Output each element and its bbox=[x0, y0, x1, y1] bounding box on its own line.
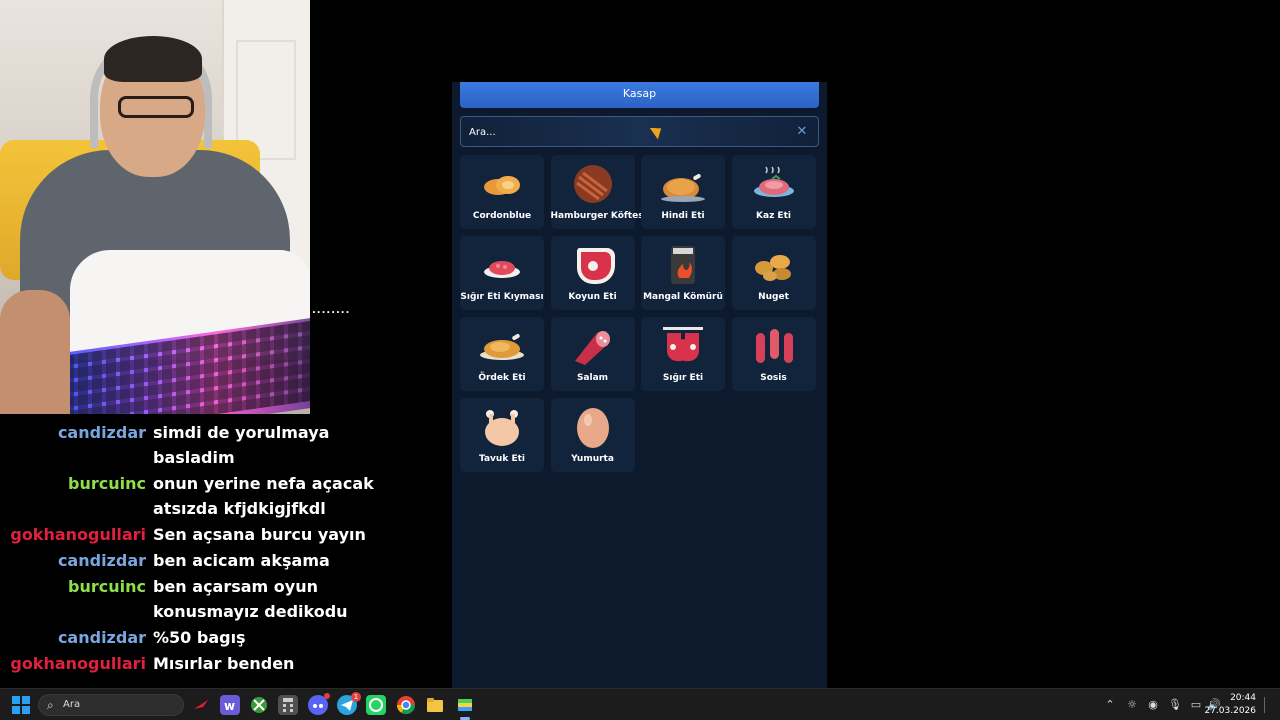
chat-text: konusmayız dedikodu bbox=[153, 602, 348, 621]
item-card[interactable]: Yumurta bbox=[550, 398, 635, 472]
chat-username[interactable]: burcuinc bbox=[68, 471, 146, 496]
item-card[interactable]: Koyun Eti bbox=[550, 236, 635, 310]
network-icon[interactable]: ▭ bbox=[1188, 695, 1204, 715]
cordon-bleu-icon bbox=[478, 163, 526, 205]
item-label: Nuget bbox=[758, 292, 789, 302]
roast-turkey-icon bbox=[659, 163, 707, 205]
item-card[interactable]: Sığır Eti Kıyması bbox=[460, 236, 544, 310]
chat-username[interactable]: gokhanogullari bbox=[10, 522, 146, 547]
minced-beef-icon bbox=[478, 244, 526, 286]
chat-username[interactable]: gokhanogullari bbox=[10, 651, 146, 676]
item-label: Koyun Eti bbox=[568, 292, 617, 302]
duck-meat-icon bbox=[478, 325, 526, 367]
calculator-icon[interactable] bbox=[278, 695, 298, 715]
item-card[interactable]: Hamburger Köftesi bbox=[550, 155, 647, 229]
chat-username[interactable]: candizdar bbox=[58, 548, 146, 573]
item-label: Ördek Eti bbox=[478, 373, 526, 383]
search-icon: ⌕ bbox=[47, 698, 54, 712]
item-label: Mangal Kömürü bbox=[643, 292, 723, 302]
chat-text: ben acicam akşama bbox=[153, 551, 330, 570]
chat-text: simdi de yorulmaya bbox=[153, 423, 330, 442]
taskbar-search[interactable]: ⌕ Ara bbox=[38, 694, 184, 716]
chat-text: atsızda kfjdkigjfkdl bbox=[153, 499, 326, 518]
app-w-icon[interactable]: w bbox=[220, 695, 240, 715]
xbox-icon[interactable] bbox=[249, 695, 269, 715]
nuggets-icon bbox=[750, 244, 798, 286]
brightness-icon[interactable]: ☼ bbox=[1124, 695, 1140, 715]
chevron-up-icon[interactable]: ⌃ bbox=[1102, 695, 1118, 715]
chat-text: basladim bbox=[153, 448, 235, 467]
charcoal-bag-icon bbox=[659, 244, 707, 286]
telegram-icon[interactable]: 1 bbox=[337, 692, 361, 715]
item-label: Sosis bbox=[760, 373, 787, 383]
chat-username[interactable]: burcuinc bbox=[68, 574, 146, 599]
item-label: Hindi Eti bbox=[661, 211, 705, 221]
webcam-feed bbox=[0, 0, 310, 414]
windows-start-icon[interactable] bbox=[12, 696, 30, 714]
beef-cuts-icon bbox=[659, 325, 707, 367]
item-card[interactable]: Sığır Eti bbox=[641, 317, 725, 391]
item-card[interactable]: Nuget bbox=[731, 236, 816, 310]
show-desktop-button[interactable] bbox=[1264, 697, 1274, 713]
chat-text: %50 bagış bbox=[153, 628, 246, 647]
chat-text: Mısırlar benden bbox=[153, 654, 295, 673]
steam-icon[interactable]: ◉ bbox=[1145, 695, 1161, 715]
chat-text: ben açarsam oyun bbox=[153, 577, 318, 596]
item-label: Salam bbox=[576, 373, 609, 383]
item-label: Hamburger Köftesi bbox=[550, 211, 647, 221]
goose-meat-icon bbox=[750, 163, 798, 205]
sausage-icon bbox=[750, 325, 798, 367]
search-box[interactable]: ✕ bbox=[460, 116, 819, 147]
whatsapp-icon[interactable] bbox=[366, 695, 386, 715]
chat-text: Sen açsana burcu yayın bbox=[153, 525, 366, 544]
bluestacks-icon[interactable] bbox=[455, 695, 475, 720]
svg-text:w: w bbox=[224, 699, 235, 713]
item-label: Yumurta bbox=[571, 454, 614, 464]
taskbar: ⌕ Ara w 1 ⌃ ☼ ◉ 🎙 ▭ 🔊 20:44 27.03.2026 bbox=[0, 688, 1280, 720]
close-icon[interactable]: ✕ bbox=[794, 123, 810, 141]
egg-icon bbox=[569, 406, 617, 448]
chat-text: onun yerine nefa açacak bbox=[153, 474, 374, 493]
item-label: Cordonblue bbox=[472, 211, 532, 221]
chicken-icon bbox=[478, 406, 526, 448]
file-explorer-icon[interactable] bbox=[425, 695, 445, 715]
item-label: Sığır Eti Kıyması bbox=[460, 292, 544, 302]
taskbar-clock[interactable]: 20:44 27.03.2026 bbox=[1204, 692, 1256, 718]
discord-icon[interactable] bbox=[308, 693, 330, 715]
item-card[interactable]: Hindi Eti bbox=[641, 155, 725, 229]
panel-title: Kasap bbox=[460, 82, 819, 108]
screen: ........ candizdar simdi de yorulmaya basl… bbox=[0, 0, 1280, 720]
mutton-steak-icon bbox=[569, 244, 617, 286]
salami-icon bbox=[569, 325, 617, 367]
red-app-icon[interactable] bbox=[191, 695, 211, 715]
item-card[interactable]: Ördek Eti bbox=[460, 317, 544, 391]
butcher-panel: Kasap ✕ Cordonblue Hamburger Köftesi Hindi… bbox=[452, 82, 827, 688]
chrome-icon[interactable] bbox=[396, 695, 416, 715]
overlay-dots: ........ bbox=[312, 305, 351, 316]
item-card[interactable]: Kaz Eti bbox=[731, 155, 816, 229]
item-card[interactable]: Mangal Kömürü bbox=[641, 236, 725, 310]
item-card[interactable]: Salam bbox=[550, 317, 635, 391]
item-card[interactable]: Tavuk Eti bbox=[460, 398, 544, 472]
item-card[interactable]: Cordonblue bbox=[460, 155, 544, 229]
item-card[interactable]: Sosis bbox=[731, 317, 816, 391]
chat-username[interactable]: candizdar bbox=[58, 625, 146, 650]
item-label: Sığır Eti bbox=[662, 373, 704, 383]
search-input[interactable] bbox=[469, 123, 769, 141]
stream-chat: candizdar simdi de yorulmaya basladim burcu… bbox=[0, 420, 440, 682]
burger-patty-icon bbox=[569, 163, 617, 205]
item-label: Tavuk Eti bbox=[479, 454, 525, 464]
chat-username[interactable]: candizdar bbox=[58, 420, 146, 445]
item-label: Kaz Eti bbox=[756, 211, 791, 221]
microphone-icon[interactable]: 🎙 bbox=[1167, 695, 1183, 715]
